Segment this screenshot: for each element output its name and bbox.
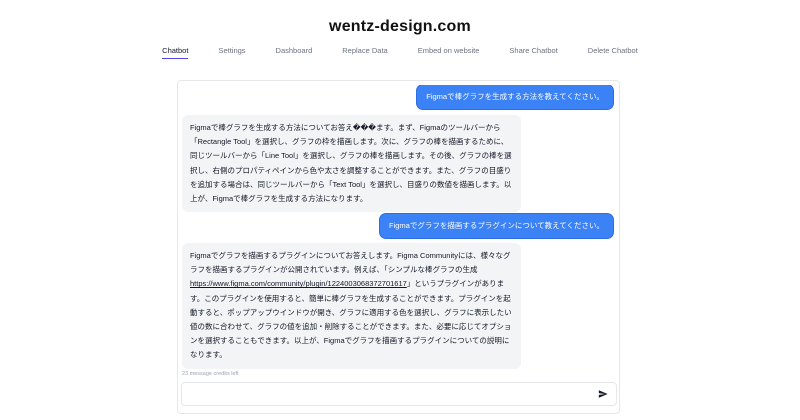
bot-message-text: Figmaでグラフを描画するプラグインについてお答えします。Figma Comm… (190, 251, 511, 275)
message-credits: 23 message credits left (182, 371, 239, 377)
nav-tabs: Chatbot Settings Dashboard Replace Data … (0, 46, 800, 59)
tab-embed-on-website[interactable]: Embed on website (418, 46, 480, 59)
tab-chatbot[interactable]: Chatbot (162, 46, 189, 59)
send-icon (598, 390, 608, 398)
tab-settings[interactable]: Settings (218, 46, 245, 59)
message-list: Figmaで棒グラフを生成する方法を教えてください。 Figmaで棒グラフを生成… (182, 85, 617, 373)
chat-panel: Figmaで棒グラフを生成する方法を教えてください。 Figmaで棒グラフを生成… (177, 80, 620, 414)
send-button[interactable] (596, 387, 610, 401)
user-message: Figmaで棒グラフを生成する方法を教えてください。 (417, 85, 613, 110)
bot-message: Figmaでグラフを描画するプラグインについてお答えします。Figma Comm… (182, 243, 521, 369)
tab-replace-data[interactable]: Replace Data (342, 46, 387, 59)
tab-delete-chatbot[interactable]: Delete Chatbot (588, 46, 638, 59)
bot-message-text: 」というプラグインがあります。このプラグインを使用すると、簡単に棒グラフを生成す… (190, 279, 512, 360)
user-message: Figmaでグラフを描画するプラグインについて教えてください。 (379, 214, 613, 239)
plugin-link[interactable]: https://www.figma.com/community/plugin/1… (190, 279, 407, 288)
tab-share-chatbot[interactable]: Share Chatbot (509, 46, 557, 59)
message-input-row (181, 382, 617, 406)
message-input[interactable] (182, 383, 582, 405)
tab-dashboard[interactable]: Dashboard (276, 46, 313, 59)
site-title: wentz-design.com (329, 18, 471, 35)
bot-message: Figmaで棒グラフを生成する方法についてお答え���ます。まず、Figmaのツ… (182, 115, 521, 213)
